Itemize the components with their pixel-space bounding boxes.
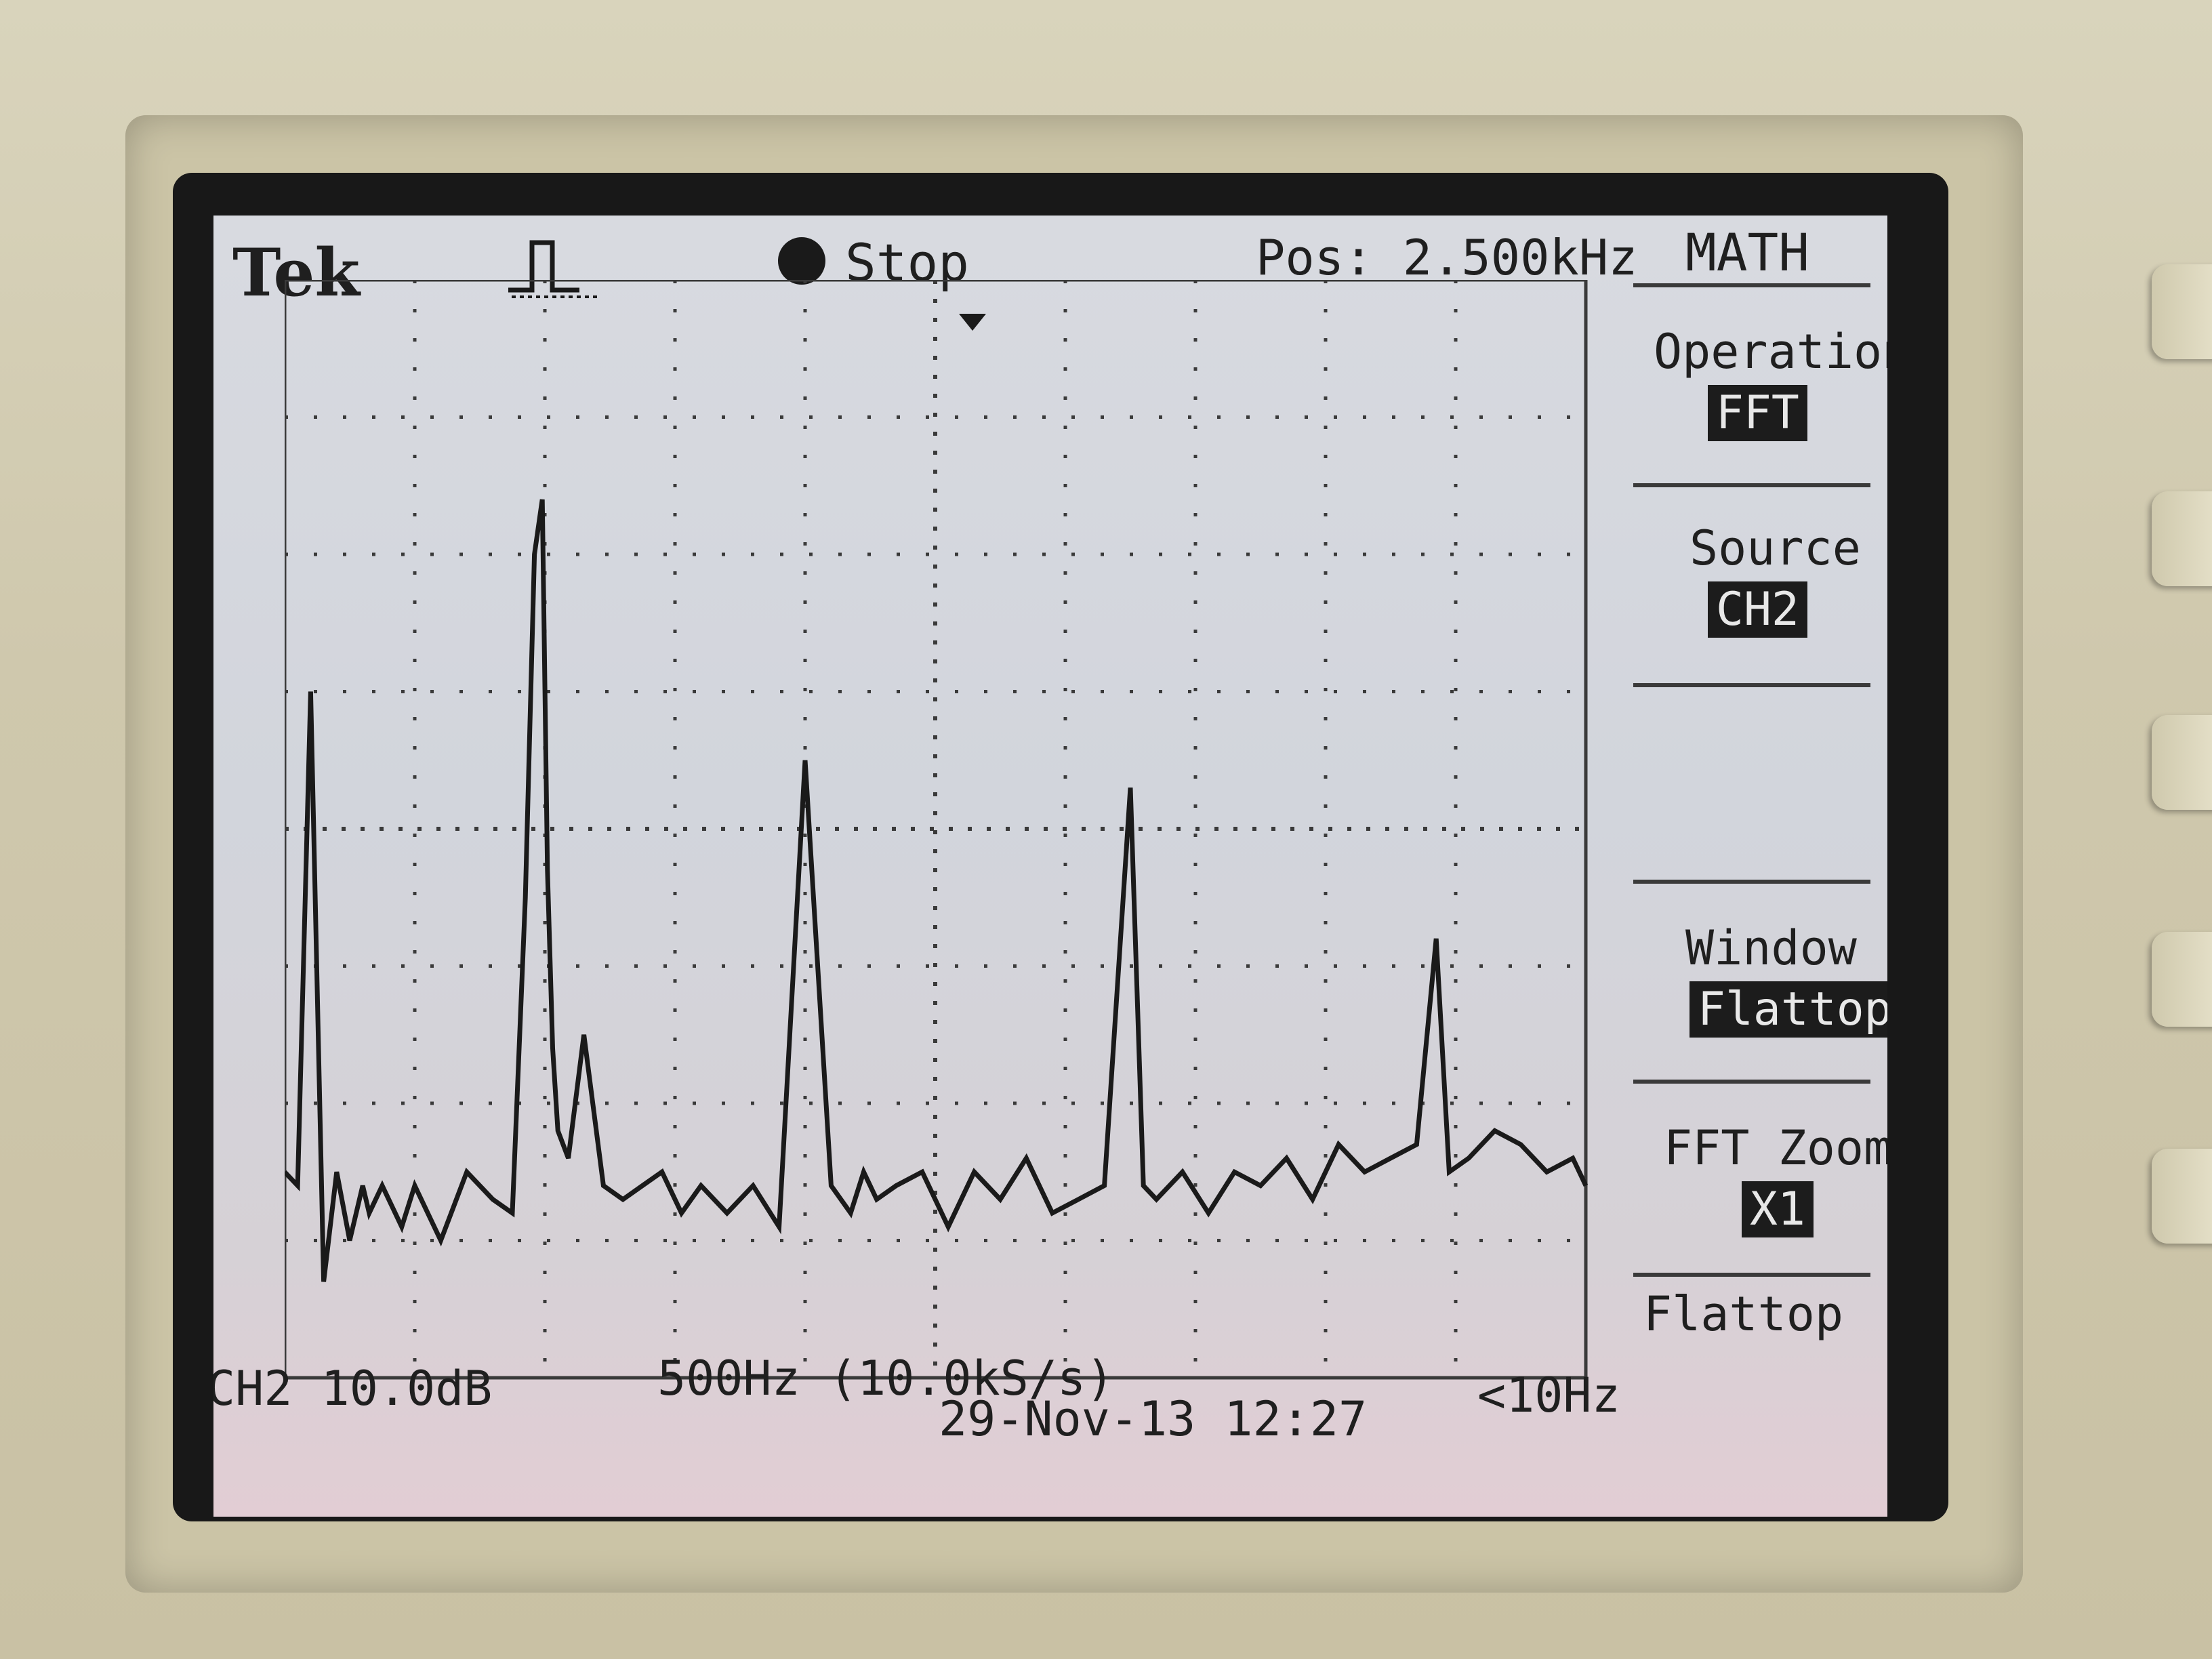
source-value[interactable]: CH2 — [1708, 581, 1807, 638]
menu-button-5[interactable] — [2152, 1149, 2212, 1244]
menu-divider — [1633, 1080, 1870, 1084]
menu-divider — [1633, 683, 1870, 687]
fft-zoom-value[interactable]: X1 — [1742, 1181, 1814, 1237]
fft-plot — [285, 280, 1589, 1380]
datetime: 29-Nov-13 12:27 — [939, 1391, 1368, 1447]
menu-button-2[interactable] — [2152, 491, 2212, 586]
menu-button-4[interactable] — [2152, 932, 2212, 1027]
fft-zoom-label: FFT Zoom — [1664, 1120, 1887, 1176]
menu-divider — [1633, 880, 1870, 884]
menu-divider — [1633, 283, 1870, 287]
channel-scale: CH2 10.0dB — [213, 1361, 493, 1416]
scope-screen: Tek Stop Pos: 2.500kHz MATH Operation FF… — [213, 216, 1887, 1517]
operation-label: Operation — [1654, 324, 1887, 380]
source-label: Source — [1689, 520, 1861, 576]
menu-title: MATH — [1685, 222, 1810, 283]
trigger-position-marker — [959, 314, 986, 331]
menu-button-3[interactable] — [2152, 715, 2212, 810]
menu-divider — [1633, 483, 1870, 487]
menu-divider — [1633, 1273, 1870, 1277]
graticule — [285, 280, 1588, 1380]
window-footer: Flattop — [1643, 1286, 1844, 1342]
position-readout: Pos: 2.500kHz — [1256, 229, 1638, 286]
window-value[interactable]: Flattop — [1689, 981, 1887, 1038]
window-label: Window — [1685, 920, 1857, 976]
menu-button-1[interactable] — [2152, 264, 2212, 359]
operation-value[interactable]: FFT — [1708, 385, 1807, 441]
trigger-frequency: <10Hz — [1477, 1368, 1620, 1423]
run-state-icon — [778, 237, 825, 285]
